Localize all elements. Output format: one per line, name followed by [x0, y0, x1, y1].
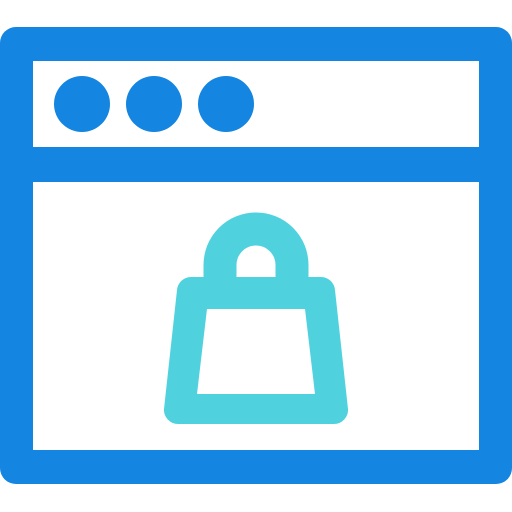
window-dot-3 — [198, 76, 254, 132]
window-dot-2 — [126, 76, 182, 132]
window-control-dots-icon — [54, 76, 254, 132]
online-shopping-browser-icon — [0, 27, 512, 484]
icon-canvas — [0, 0, 512, 512]
window-dot-1 — [54, 76, 110, 132]
bag-inner — [197, 309, 315, 394]
